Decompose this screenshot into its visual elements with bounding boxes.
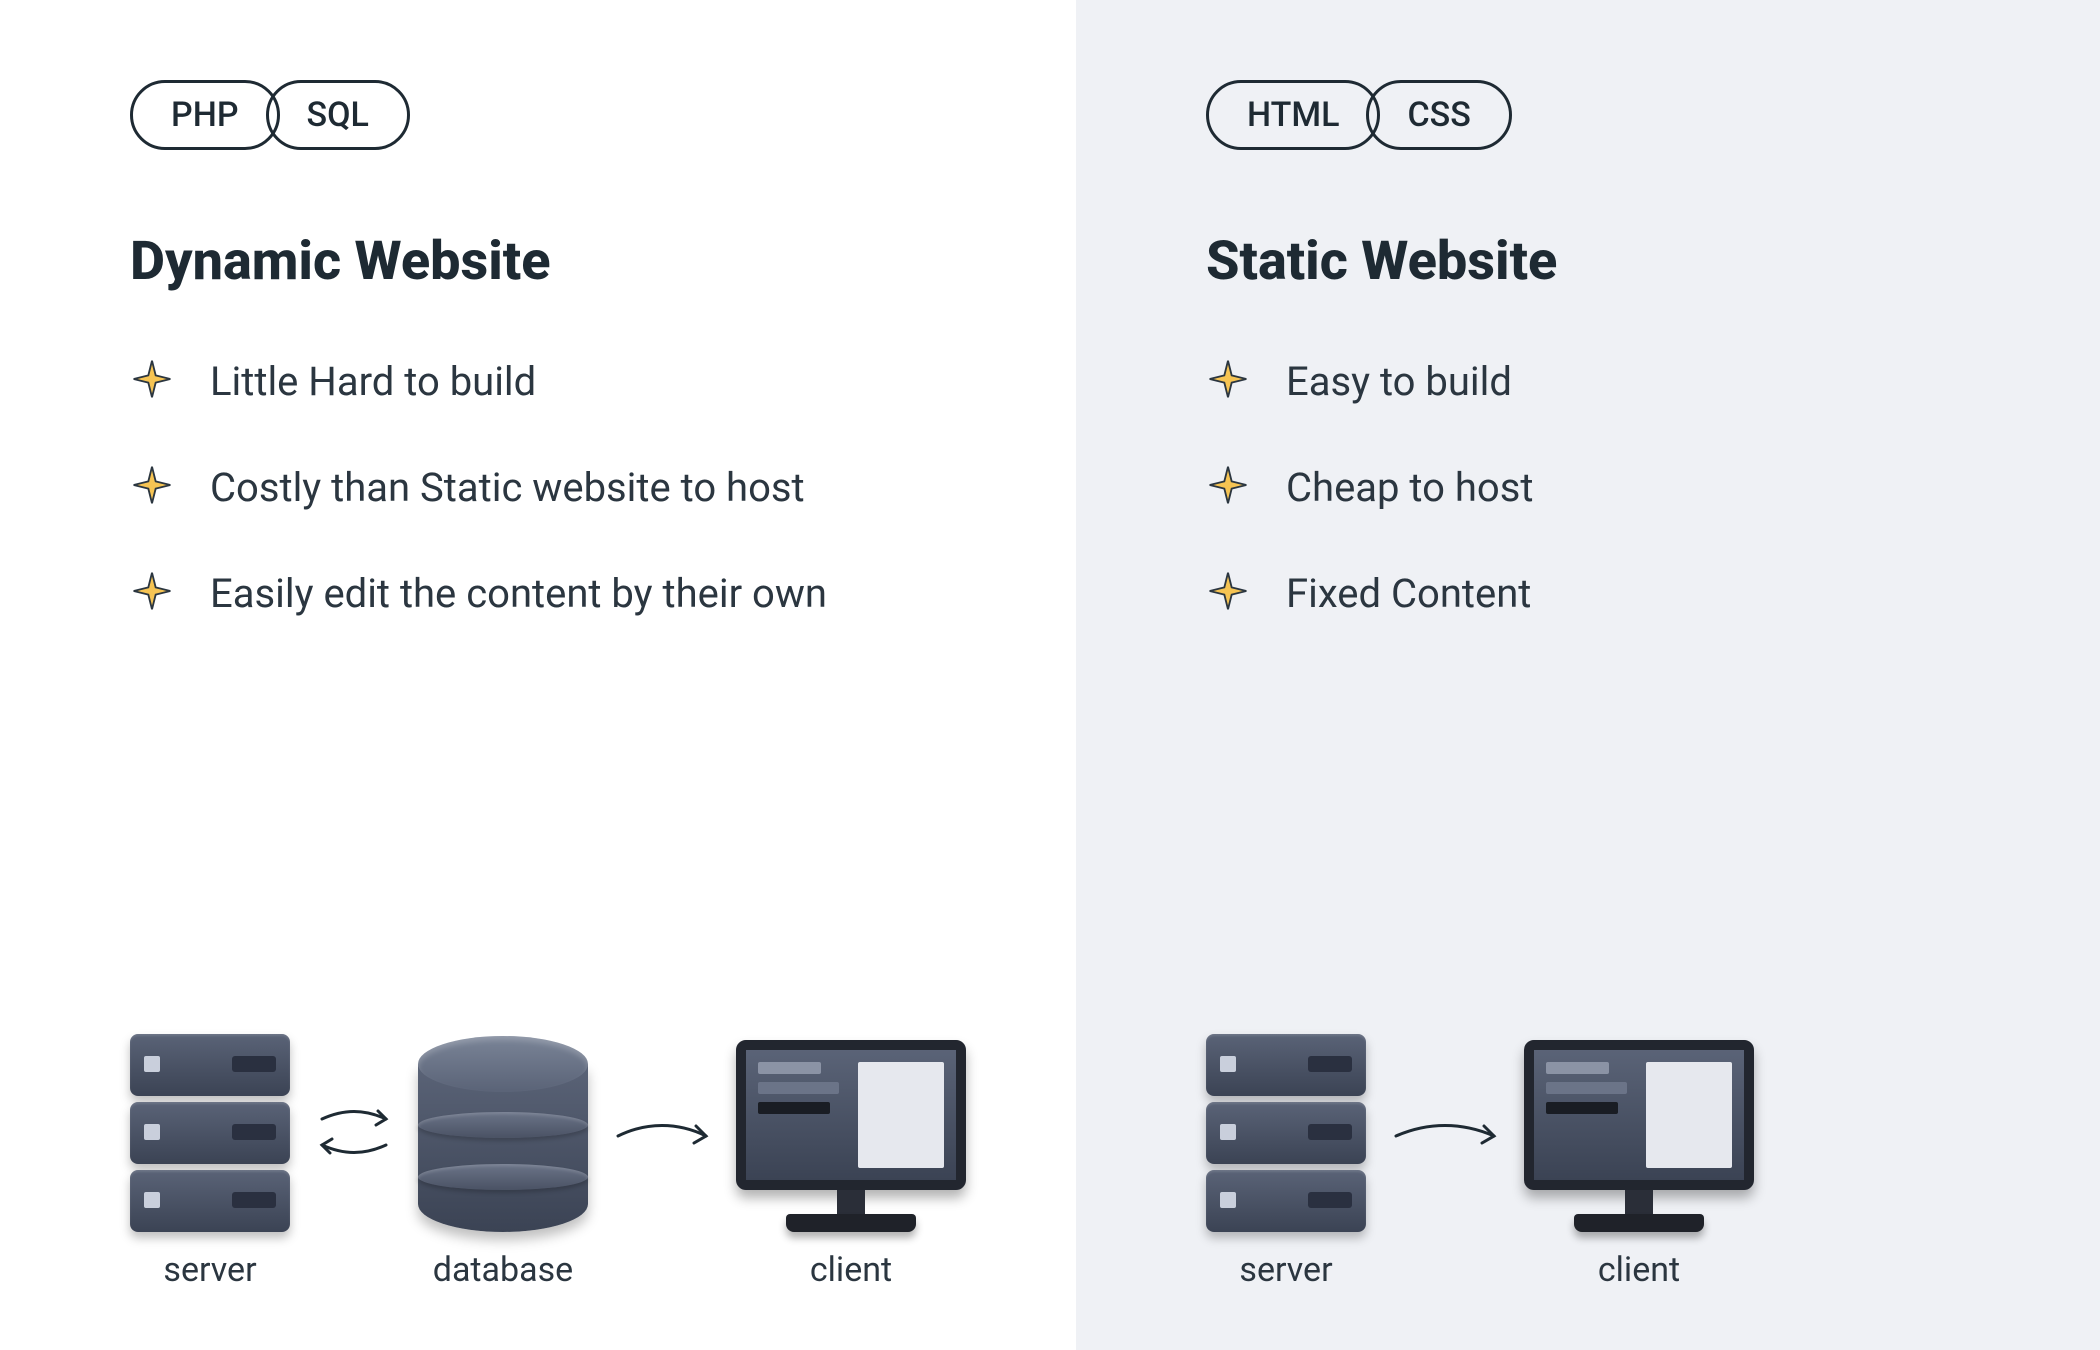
- arrow-right-icon: [1390, 1112, 1500, 1212]
- bullets-static: Easy to build Cheap to host Fixed Conten…: [1206, 353, 1990, 623]
- sparkle-icon: [130, 357, 174, 401]
- monitor-icon: [1524, 1040, 1754, 1232]
- database-label: database: [433, 1250, 573, 1290]
- bullets-dynamic: Little Hard to build Costly than Static …: [130, 353, 966, 623]
- monitor-icon: [736, 1040, 966, 1232]
- bullet-text: Easily edit the content by their own: [210, 565, 827, 623]
- bullet-item: Little Hard to build: [130, 353, 966, 411]
- server-node: server: [1206, 1034, 1366, 1290]
- pill-html: HTML: [1206, 80, 1380, 150]
- database-icon: [418, 1036, 588, 1232]
- sparkle-icon: [1206, 357, 1250, 401]
- client-label: client: [1598, 1250, 1680, 1290]
- pill-php: PHP: [130, 80, 280, 150]
- bullet-text: Easy to build: [1286, 353, 1512, 411]
- architecture-diagram-static: server client: [1206, 994, 1990, 1290]
- database-node: database: [418, 1036, 588, 1290]
- architecture-diagram-dynamic: server database: [130, 994, 966, 1290]
- server-label: server: [1239, 1250, 1332, 1290]
- bullet-item: Easily edit the content by their own: [130, 565, 966, 623]
- pill-sql: SQL: [266, 80, 410, 150]
- client-node: client: [736, 1040, 966, 1290]
- bullet-text: Fixed Content: [1286, 565, 1531, 623]
- server-icon: [130, 1034, 290, 1232]
- sparkle-icon: [130, 463, 174, 507]
- bullet-text: Costly than Static website to host: [210, 459, 805, 517]
- bullet-text: Little Hard to build: [210, 353, 536, 411]
- dynamic-website-panel: PHP SQL Dynamic Website Little Hard to b…: [0, 0, 1076, 1350]
- bullet-item: Costly than Static website to host: [130, 459, 966, 517]
- bullet-item: Easy to build: [1206, 353, 1990, 411]
- bullet-item: Cheap to host: [1206, 459, 1990, 517]
- sparkle-icon: [1206, 569, 1250, 613]
- bidirectional-arrow-icon: [314, 1097, 394, 1227]
- heading-dynamic: Dynamic Website: [130, 230, 966, 293]
- tech-pills-static: HTML CSS: [1206, 80, 1990, 150]
- tech-pills-dynamic: PHP SQL: [130, 80, 966, 150]
- sparkle-icon: [1206, 463, 1250, 507]
- bullet-text: Cheap to host: [1286, 459, 1533, 517]
- client-node: client: [1524, 1040, 1754, 1290]
- sparkle-icon: [130, 569, 174, 613]
- heading-static: Static Website: [1206, 230, 1990, 293]
- arrow-right-icon: [612, 1112, 712, 1212]
- server-icon: [1206, 1034, 1366, 1232]
- bullet-item: Fixed Content: [1206, 565, 1990, 623]
- static-website-panel: HTML CSS Static Website Easy to build Ch…: [1076, 0, 2100, 1350]
- server-node: server: [130, 1034, 290, 1290]
- pill-css: CSS: [1366, 80, 1511, 150]
- client-label: client: [810, 1250, 892, 1290]
- server-label: server: [163, 1250, 256, 1290]
